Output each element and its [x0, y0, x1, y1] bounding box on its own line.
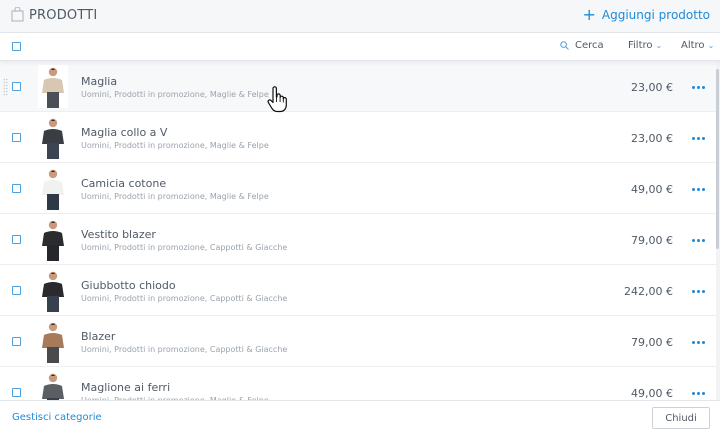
product-price: 23,00 €	[631, 81, 673, 94]
product-row[interactable]: Maglia collo a V Uomini, Prodotti in prom…	[0, 112, 716, 163]
shopping-bag-icon	[11, 7, 24, 22]
more-options-icon[interactable]	[692, 290, 705, 293]
more-options-icon[interactable]	[692, 86, 705, 89]
product-thumbnail	[38, 218, 68, 261]
add-product-button[interactable]: + Aggiungi prodotto	[582, 5, 711, 24]
more-options-icon[interactable]	[692, 341, 705, 344]
search-label: Cerca	[575, 40, 604, 51]
product-price: 49,00 €	[631, 183, 673, 196]
more-options-icon[interactable]	[692, 392, 705, 395]
row-checkbox[interactable]	[12, 82, 21, 91]
drag-handle-icon[interactable]	[3, 78, 8, 96]
product-name[interactable]: Camicia cotone	[81, 177, 166, 190]
header: PRODOTTI + Aggiungi prodotto	[0, 0, 720, 33]
product-name[interactable]: Blazer	[81, 330, 115, 343]
footer: Gestisci categorie Chiudi	[0, 400, 720, 435]
product-thumbnail	[38, 167, 68, 210]
product-thumbnail	[38, 116, 68, 159]
product-categories: Uomini, Prodotti in promozione, Cappotti…	[81, 345, 288, 354]
page-title: PRODOTTI	[29, 8, 98, 23]
product-thumbnail	[38, 320, 68, 363]
product-categories: Uomini, Prodotti in promozione, Maglie &…	[81, 141, 269, 150]
product-name[interactable]: Maglione ai ferri	[81, 381, 170, 394]
product-price: 79,00 €	[631, 336, 673, 349]
chevron-down-icon: ⌄	[707, 41, 715, 50]
product-price: 242,00 €	[624, 285, 673, 298]
product-thumbnail	[38, 371, 68, 400]
select-all-checkbox[interactable]	[12, 42, 21, 51]
add-product-label: Aggiungi prodotto	[601, 8, 710, 22]
chevron-down-icon: ⌄	[655, 41, 663, 50]
product-thumbnail	[38, 65, 68, 108]
more-options-icon[interactable]	[692, 239, 705, 242]
product-thumbnail	[38, 269, 68, 312]
product-price: 79,00 €	[631, 234, 673, 247]
row-checkbox[interactable]	[12, 286, 21, 295]
filter-dropdown[interactable]: Filtro ⌄	[628, 40, 662, 51]
product-row[interactable]: Maglia Uomini, Prodotti in promozione, Ma…	[0, 61, 716, 112]
search-button[interactable]: Cerca	[560, 40, 604, 51]
product-name[interactable]: Vestito blazer	[81, 228, 156, 241]
close-button[interactable]: Chiudi	[652, 407, 710, 429]
product-categories: Uomini, Prodotti in promozione, Maglie &…	[81, 192, 269, 201]
product-row[interactable]: Camicia cotone Uomini, Prodotti in promoz…	[0, 163, 716, 214]
product-categories: Uomini, Prodotti in promozione, Maglie &…	[81, 90, 269, 99]
product-categories: Uomini, Prodotti in promozione, Cappotti…	[81, 294, 288, 303]
product-price: 23,00 €	[631, 132, 673, 145]
row-checkbox[interactable]	[12, 184, 21, 193]
hand-cursor-icon	[267, 86, 287, 113]
row-checkbox[interactable]	[12, 133, 21, 142]
row-checkbox[interactable]	[12, 337, 21, 346]
more-options-icon[interactable]	[692, 188, 705, 191]
product-row[interactable]: Blazer Uomini, Prodotti in promozione, Ca…	[0, 316, 716, 367]
scrollbar-thumb[interactable]	[716, 69, 719, 249]
product-price: 49,00 €	[631, 387, 673, 400]
product-name[interactable]: Maglia collo a V	[81, 126, 167, 139]
more-options-icon[interactable]	[692, 137, 705, 140]
product-row[interactable]: Vestito blazer Uomini, Prodotti in promoz…	[0, 214, 716, 265]
more-dropdown[interactable]: Altro ⌄	[681, 40, 714, 51]
product-row[interactable]: Giubbotto chiodo Uomini, Prodotti in prom…	[0, 265, 716, 316]
more-label: Altro	[681, 40, 705, 51]
search-icon	[560, 41, 569, 50]
row-checkbox[interactable]	[12, 388, 21, 397]
manage-categories-link[interactable]: Gestisci categorie	[12, 412, 102, 423]
scrollbar[interactable]	[716, 61, 720, 400]
product-row[interactable]: Maglione ai ferriUomini, Prodotti in pro…	[0, 367, 716, 400]
product-name[interactable]: Giubbotto chiodo	[81, 279, 176, 292]
row-checkbox[interactable]	[12, 235, 21, 244]
product-name[interactable]: Maglia	[81, 75, 117, 88]
filter-label: Filtro	[628, 40, 653, 51]
product-list: Maglia Uomini, Prodotti in promozione, Ma…	[0, 61, 720, 400]
product-categories: Uomini, Prodotti in promozione, Cappotti…	[81, 243, 288, 252]
toolbar: Cerca Filtro ⌄ Altro ⌄	[0, 33, 720, 61]
plus-icon: +	[582, 5, 596, 24]
